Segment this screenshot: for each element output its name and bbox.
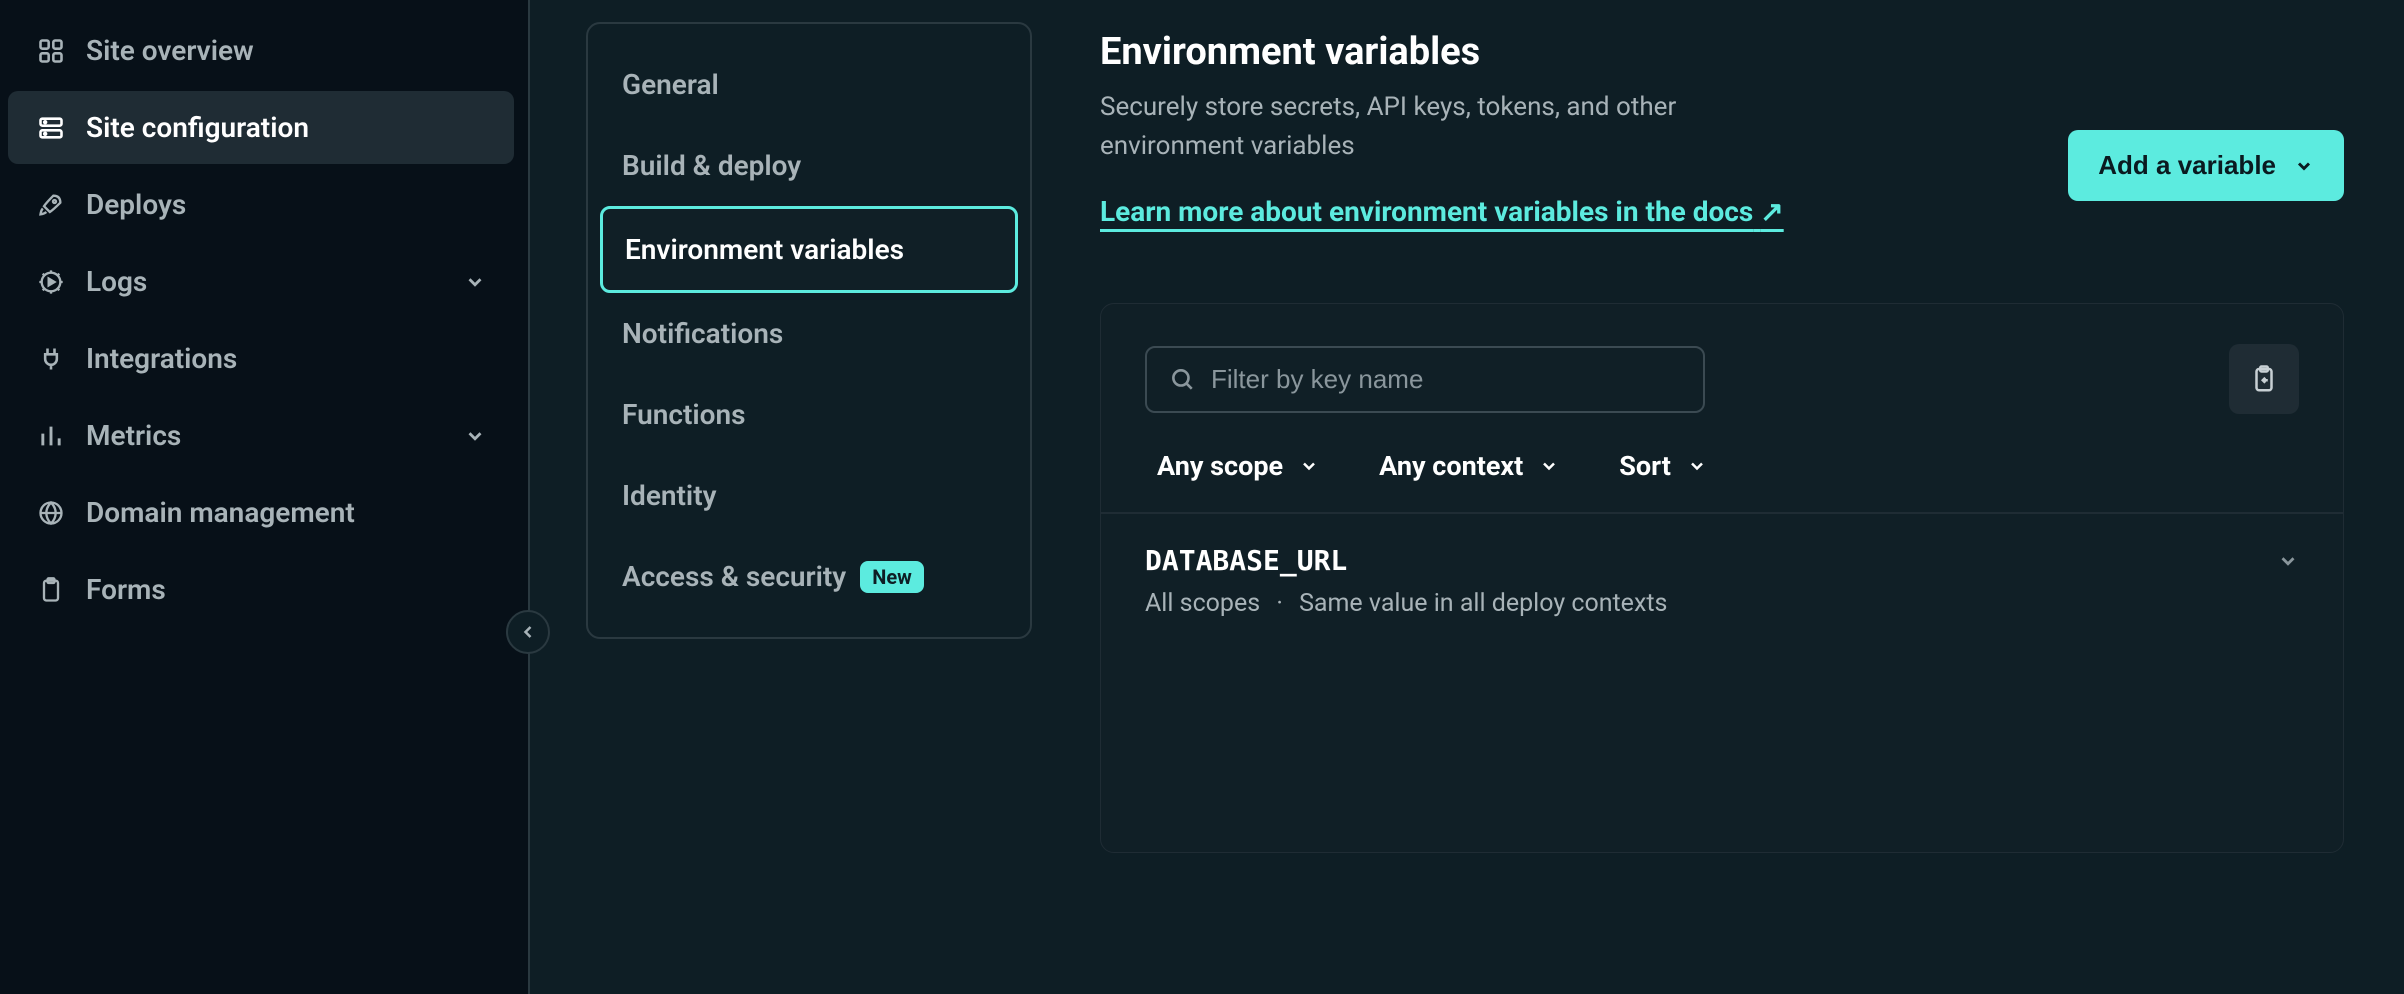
nav-metrics[interactable]: Metrics	[8, 399, 514, 472]
nav-deploys[interactable]: Deploys	[8, 168, 514, 241]
nav-domain-management[interactable]: Domain management	[8, 476, 514, 549]
filter-sort-label: Sort	[1619, 450, 1671, 482]
subnav-label: Build & deploy	[622, 149, 801, 182]
nav-label: Deploys	[86, 188, 486, 221]
chevron-down-icon	[1687, 456, 1707, 476]
page-title: Environment variables	[1100, 30, 1820, 74]
env-var-key: DATABASE_URL	[1145, 544, 1347, 577]
filter-context-label: Any context	[1379, 450, 1523, 482]
chevron-down-icon	[464, 271, 486, 293]
subnav-label: Environment variables	[625, 233, 904, 266]
grid-icon	[36, 36, 66, 66]
settings-subnav-box: General Build & deploy Environment varia…	[586, 22, 1032, 639]
nav-site-overview[interactable]: Site overview	[8, 14, 514, 87]
new-badge: New	[860, 561, 924, 593]
chevron-down-icon	[2294, 156, 2314, 176]
chevron-down-icon	[1299, 456, 1319, 476]
subnav-label: General	[622, 68, 719, 101]
filter-sort[interactable]: Sort	[1619, 450, 1707, 482]
nav-label: Site overview	[86, 34, 486, 67]
add-variable-button[interactable]: Add a variable	[2068, 130, 2344, 201]
subnav-label: Access & security	[622, 560, 846, 593]
chevron-down-icon	[1539, 456, 1559, 476]
globe-icon	[36, 498, 66, 528]
env-var-row[interactable]: DATABASE_URL	[1101, 514, 2343, 581]
nav-site-configuration[interactable]: Site configuration	[8, 91, 514, 164]
external-link-icon: ↗	[1760, 195, 1783, 228]
main-content: Environment variables Securely store sec…	[1070, 0, 2404, 994]
nav-label: Site configuration	[86, 111, 486, 144]
learn-more-text: Learn more about environment variables i…	[1100, 195, 1753, 228]
nav-label: Forms	[86, 573, 486, 606]
learn-more-link[interactable]: Learn more about environment variables i…	[1100, 190, 1784, 233]
env-vars-card: Any scope Any context Sort DATABASE_URL	[1100, 303, 2344, 853]
page-subtitle: Securely store secrets, API keys, tokens…	[1100, 88, 1820, 166]
env-var-context: Same value in all deploy contexts	[1299, 589, 1667, 618]
subnav-build-deploy[interactable]: Build & deploy	[600, 125, 1018, 206]
nav-label: Logs	[86, 265, 444, 298]
nav-label: Domain management	[86, 496, 486, 529]
search-icon	[1169, 366, 1195, 392]
nav-forms[interactable]: Forms	[8, 553, 514, 626]
env-var-meta: All scopes · Same value in all deploy co…	[1101, 581, 2343, 652]
rocket-icon	[36, 190, 66, 220]
bar-chart-icon	[36, 421, 66, 451]
settings-subnav: General Build & deploy Environment varia…	[530, 0, 1070, 994]
filter-scope[interactable]: Any scope	[1157, 450, 1319, 482]
env-var-scope: All scopes	[1145, 589, 1260, 618]
subnav-general[interactable]: General	[600, 44, 1018, 125]
search-input[interactable]	[1211, 364, 1681, 395]
filter-scope-label: Any scope	[1157, 450, 1283, 482]
import-env-button[interactable]	[2229, 344, 2299, 414]
separator-dot: ·	[1276, 589, 1283, 618]
nav-integrations[interactable]: Integrations	[8, 322, 514, 395]
subnav-functions[interactable]: Functions	[600, 374, 1018, 455]
subnav-label: Notifications	[622, 317, 783, 350]
nav-label: Metrics	[86, 419, 444, 452]
subnav-label: Identity	[622, 479, 717, 512]
add-variable-label: Add a variable	[2098, 150, 2276, 181]
search-box[interactable]	[1145, 346, 1705, 413]
filter-context[interactable]: Any context	[1379, 450, 1559, 482]
plug-icon	[36, 344, 66, 374]
subnav-access-security[interactable]: Access & security New	[600, 536, 1018, 617]
gear-play-icon	[36, 267, 66, 297]
subnav-environment-variables[interactable]: Environment variables	[600, 206, 1018, 293]
nav-label: Integrations	[86, 342, 486, 375]
subnav-notifications[interactable]: Notifications	[600, 293, 1018, 374]
subnav-label: Functions	[622, 398, 746, 431]
server-icon	[36, 113, 66, 143]
clipboard-import-icon	[2249, 364, 2279, 394]
chevron-down-icon	[2277, 550, 2299, 572]
primary-nav: Site overview Site configuration Deploys…	[0, 0, 530, 994]
clipboard-icon	[36, 575, 66, 605]
collapse-sidebar-button[interactable]	[506, 610, 550, 654]
subnav-identity[interactable]: Identity	[600, 455, 1018, 536]
chevron-down-icon	[464, 425, 486, 447]
nav-logs[interactable]: Logs	[8, 245, 514, 318]
